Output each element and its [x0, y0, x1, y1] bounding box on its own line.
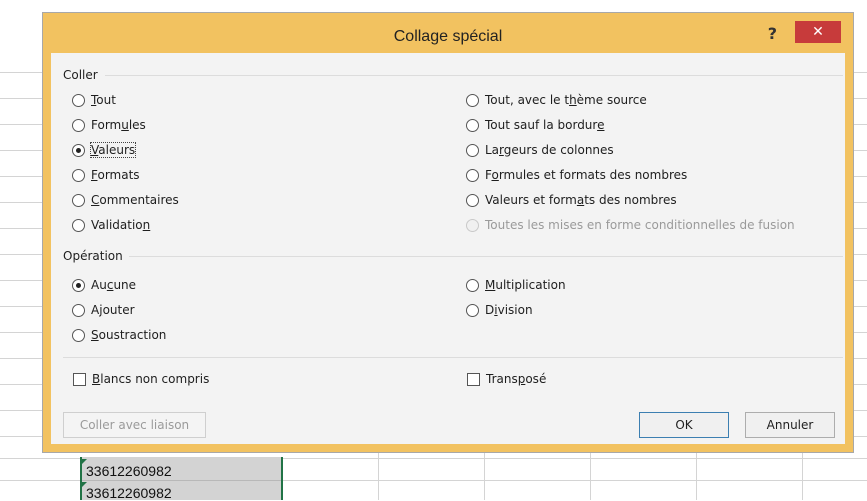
- paste-option-label: Tout: [91, 93, 116, 107]
- grid-line: [696, 453, 697, 500]
- operation-option-label: Aucune: [91, 278, 137, 292]
- paste-special-dialog: Collage spécial ? ✕ Coller Tout Formules V…: [42, 12, 854, 453]
- paste-special-radio-4[interactable]: Valeurs et formats des nombres: [466, 191, 677, 209]
- operation-radio-1[interactable]: Ajouter: [72, 301, 135, 319]
- grid-line: [378, 453, 379, 500]
- group-divider: [129, 256, 843, 257]
- paste-radio-2[interactable]: Valeurs: [72, 141, 137, 159]
- radio-button[interactable]: [72, 143, 85, 157]
- transpose-label: Transposé: [486, 372, 547, 386]
- ok-button[interactable]: OK: [639, 412, 729, 438]
- operation-radio-2[interactable]: Soustraction: [72, 326, 166, 344]
- paste-radio-4[interactable]: Commentaires: [72, 191, 179, 209]
- grid-line: [802, 453, 803, 500]
- paste-option-label: Validation: [91, 218, 151, 232]
- grid-line: [82, 480, 281, 481]
- paste-special-radio-5: Toutes les mises en forme conditionnelle…: [466, 216, 795, 234]
- radio-button[interactable]: [72, 303, 85, 317]
- paste-option-label: Commentaires: [91, 193, 179, 207]
- paste-radio-1[interactable]: Formules: [72, 116, 146, 134]
- paste-special-radio-3[interactable]: Formules et formats des nombres: [466, 166, 687, 184]
- operation-option-label: Ajouter: [91, 303, 135, 317]
- radio-button[interactable]: [466, 168, 479, 182]
- paste-radio-3[interactable]: Formats: [72, 166, 140, 184]
- radio-button: [466, 218, 479, 232]
- radio-button[interactable]: [72, 193, 85, 207]
- paste-special-option-label: Formules et formats des nombres: [485, 168, 688, 182]
- operation-alt-option-label: Multiplication: [485, 278, 566, 292]
- radio-button[interactable]: [72, 168, 85, 182]
- radio-button[interactable]: [72, 328, 85, 342]
- paste-special-option-label: Largeurs de colonnes: [485, 143, 614, 157]
- cell-value[interactable]: 33612260982: [86, 485, 172, 501]
- paste-special-radio-2[interactable]: Largeurs de colonnes: [466, 141, 614, 159]
- radio-button[interactable]: [466, 303, 479, 317]
- checkbox-box[interactable]: [73, 372, 86, 386]
- transpose-checkbox[interactable]: Transposé: [467, 370, 546, 388]
- operation-group-label: Opération: [63, 249, 123, 263]
- radio-button[interactable]: [466, 278, 479, 292]
- paste-special-radio-0[interactable]: Tout, avec le thème source: [466, 91, 647, 109]
- paste-special-option-label: Valeurs et formats des nombres: [485, 193, 677, 207]
- radio-button[interactable]: [72, 278, 85, 292]
- operation-alt-option-label: Division: [485, 303, 533, 317]
- paste-option-label: Formules: [91, 118, 146, 132]
- cancel-button[interactable]: Annuler: [745, 412, 835, 438]
- paste-radio-0[interactable]: Tout: [72, 91, 116, 109]
- radio-button[interactable]: [72, 93, 85, 107]
- operation-alt-radio-1[interactable]: Division: [466, 301, 533, 319]
- paste-group-label: Coller: [63, 68, 98, 82]
- dialog-titlebar[interactable]: Collage spécial ? ✕: [51, 21, 845, 53]
- paste-special-radio-1[interactable]: Tout sauf la bordure: [466, 116, 604, 134]
- operation-alt-radio-0[interactable]: Multiplication: [466, 276, 566, 294]
- grid-line: [484, 453, 485, 500]
- operation-radio-0[interactable]: Aucune: [72, 276, 136, 294]
- paste-radio-5[interactable]: Validation: [72, 216, 150, 234]
- cell-value[interactable]: 33612260982: [86, 463, 172, 479]
- section-separator: [63, 357, 843, 358]
- paste-special-option-label: Tout sauf la bordure: [485, 118, 605, 132]
- radio-button[interactable]: [72, 118, 85, 132]
- operation-option-label: Soustraction: [91, 328, 167, 342]
- selected-cell-range[interactable]: 33612260982 33612260982: [80, 457, 283, 501]
- help-button[interactable]: ?: [768, 24, 777, 43]
- radio-button[interactable]: [72, 218, 85, 232]
- checkbox-box[interactable]: [467, 372, 480, 386]
- radio-button[interactable]: [466, 93, 479, 107]
- dialog-title: Collage spécial: [393, 28, 503, 45]
- grid-line: [590, 453, 591, 500]
- skip-blanks-label: Blancs non compris: [92, 372, 210, 386]
- paste-special-option-label: Toutes les mises en forme conditionnelle…: [485, 218, 795, 232]
- paste-special-option-label: Tout, avec le thème source: [485, 93, 647, 107]
- close-icon: ✕: [812, 24, 824, 40]
- paste-option-label: Formats: [91, 168, 140, 182]
- close-button[interactable]: ✕: [795, 21, 841, 43]
- radio-button[interactable]: [466, 143, 479, 157]
- radio-button[interactable]: [466, 118, 479, 132]
- radio-button[interactable]: [466, 193, 479, 207]
- skip-blanks-checkbox[interactable]: Blancs non compris: [73, 370, 209, 388]
- group-divider: [105, 75, 843, 76]
- paste-link-button[interactable]: Coller avec liaison: [63, 412, 206, 438]
- paste-option-label: Valeurs: [89, 142, 137, 158]
